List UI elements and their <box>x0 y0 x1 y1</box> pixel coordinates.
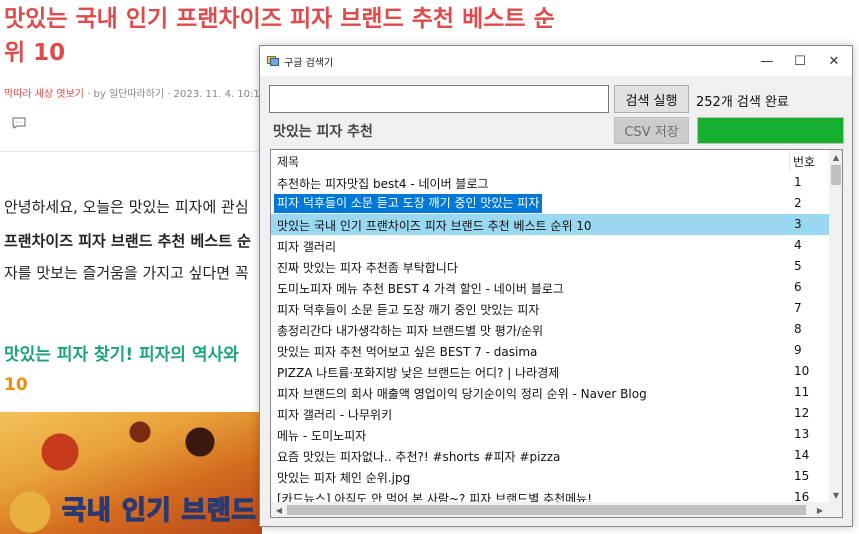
list-item-number: 1 <box>794 175 802 189</box>
blog-divider <box>0 151 260 152</box>
list-item-title: 피자 브랜드의 회사 매출액 영업이익 당기순이익 정리 순위 - Naver … <box>277 387 647 401</box>
blog-byline: · by 일단따라하기 · 2023. 11. 4. 10:14 <box>83 89 267 100</box>
list-item-title: 피자 덕후들이 소문 듣고 도장 깨기 중인 맛있는 피자 <box>274 194 543 213</box>
list-item-title: 피자 덕후들이 소문 듣고 도장 깨기 중인 맛있는 피자 <box>277 303 540 317</box>
blog-paragraph-line: 프랜차이즈 피자 브랜드 추천 베스트 순 <box>4 232 251 250</box>
list-item-title: 메뉴 - 도미노피자 <box>277 429 367 443</box>
list-item-title: 총정리간다 내가생각하는 피자 브랜드별 맛 평가/순위 <box>277 324 543 338</box>
list-item[interactable]: 맛있는 피자 체인 순위.jpg 15 <box>271 466 829 487</box>
list-item-title: 요즘 맛있는 피자없나.. 추천?! #shorts #피자 #pizza <box>277 450 561 464</box>
list-item[interactable]: PIZZA 나트륨·포화지방 낮은 브랜드는 어디? | 나라경제 10 <box>271 361 829 382</box>
horizontal-scroll-thumb[interactable] <box>287 505 806 515</box>
app-icon <box>267 56 279 66</box>
listview-header: 제목 번호 <box>271 150 829 171</box>
column-separator[interactable] <box>789 150 790 171</box>
search-status-text: 252개 검색 완료 <box>696 95 789 110</box>
list-item[interactable]: 요즘 맛있는 피자없나.. 추천?! #shorts #피자 #pizza 14 <box>271 445 829 466</box>
list-item[interactable]: 추천하는 피자맛집 best4 - 네이버 블로그 1 <box>271 172 829 193</box>
query-label: 맛있는 피자 추천 <box>273 124 373 140</box>
listview-rows: 추천하는 피자맛집 best4 - 네이버 블로그 1 피자 덕후들이 소문 듣고 … <box>271 172 829 508</box>
list-item-number: 14 <box>794 448 810 462</box>
maximize-button[interactable]: ☐ <box>783 46 817 76</box>
list-item-number: 5 <box>794 259 802 273</box>
window-title: 구글 검색기 <box>284 58 334 69</box>
list-item-title: 피자 갤러리 <box>277 240 337 254</box>
list-item[interactable]: 피자 브랜드의 회사 매출액 영업이익 당기순이익 정리 순위 - Naver … <box>271 382 829 403</box>
list-item-title: 추천하는 피자맛집 best4 - 네이버 블로그 <box>277 177 489 191</box>
blog-section-heading: 맛있는 피자 찾기! 피자의 역사와 <box>4 345 239 365</box>
vertical-scrollbar[interactable]: ▲ ▼ <box>829 150 842 502</box>
list-item[interactable]: 진짜 맛있는 피자 추천좀 부탁합니다 5 <box>271 256 829 277</box>
list-item-number: 7 <box>794 301 802 315</box>
list-item[interactable]: 총정리간다 내가생각하는 피자 브랜드별 맛 평가/순위 8 <box>271 319 829 340</box>
blog-section-heading-tail: 10 <box>4 375 28 395</box>
list-item-title: 진짜 맛있는 피자 추천좀 부탁합니다 <box>277 261 458 275</box>
list-item-number: 9 <box>794 343 802 357</box>
list-item-number: 2 <box>794 196 802 210</box>
pizza-image: 국내 인기 브랜드 <box>0 412 262 534</box>
pizza-image-caption: 국내 인기 브랜드 <box>61 495 257 527</box>
scrollbar-corner <box>829 502 842 517</box>
results-listview[interactable]: 제목 번호 추천하는 피자맛집 best4 - 네이버 블로그 1 피자 덕후들이 … <box>270 149 843 518</box>
list-item-number: 10 <box>794 364 810 378</box>
list-item-number: 12 <box>794 406 810 420</box>
scroll-left-arrow-icon[interactable]: ◀ <box>271 502 287 517</box>
scroll-down-arrow-icon[interactable]: ▼ <box>829 488 842 502</box>
column-header-number[interactable]: 번호 <box>793 153 815 170</box>
list-item-number: 13 <box>794 427 810 441</box>
list-item-number: 8 <box>794 322 802 336</box>
run-search-button[interactable]: 검색 실행 <box>614 85 689 113</box>
list-item[interactable]: 메뉴 - 도미노피자 13 <box>271 424 829 445</box>
blog-category-link[interactable]: 막따라 세상 엿보기 <box>4 89 84 100</box>
list-item-title: 맛있는 피자 추천 먹어보고 싶은 BEST 7 - dasima <box>277 345 538 359</box>
blog-paragraph-line: 안녕하세요, 오늘은 맛있는 피자에 관심 <box>4 198 249 216</box>
list-item[interactable]: 피자 갤러리 - 나무위키 12 <box>271 403 829 424</box>
vertical-scroll-thumb[interactable] <box>831 165 841 185</box>
list-item-number: 3 <box>794 217 802 231</box>
list-item[interactable]: 맛있는 국내 인기 프랜차이즈 피자 브랜드 추천 베스트 순위 10 3 <box>271 214 829 235</box>
google-search-window: 구글 검색기 — ☐ ✕ 검색 실행 252개 검색 완료 맛있는 피자 추천 … <box>259 45 853 527</box>
list-item[interactable]: 도미노피자 메뉴 추천 BEST 4 가격 할인 - 네이버 블로그 6 <box>271 277 829 298</box>
list-item-title: 도미노피자 메뉴 추천 BEST 4 가격 할인 - 네이버 블로그 <box>277 282 564 296</box>
list-item[interactable]: 피자 덕후들이 소문 듣고 도장 깨기 중인 맛있는 피자 2 <box>271 193 829 214</box>
progress-bar <box>697 117 844 144</box>
column-header-title[interactable]: 제목 <box>277 153 299 170</box>
scroll-up-arrow-icon[interactable]: ▲ <box>829 150 842 164</box>
list-item-number: 4 <box>794 238 802 252</box>
blog-paragraph-line: 자를 맛보는 즐거움을 가지고 싶다면 꼭 <box>4 264 249 282</box>
list-item[interactable]: 피자 덕후들이 소문 듣고 도장 깨기 중인 맛있는 피자 7 <box>271 298 829 319</box>
list-item-number: 6 <box>794 280 802 294</box>
list-item-number: 11 <box>794 385 810 399</box>
list-item-title: 맛있는 피자 체인 순위.jpg <box>277 471 411 485</box>
list-item[interactable]: 피자 갤러리 4 <box>271 235 829 256</box>
csv-save-button[interactable]: CSV 저장 <box>614 117 689 144</box>
list-item-title: PIZZA 나트륨·포화지방 낮은 브랜드는 어디? | 나라경제 <box>277 366 560 380</box>
window-titlebar[interactable]: 구글 검색기 — ☐ ✕ <box>260 46 852 76</box>
search-input[interactable] <box>269 85 609 113</box>
scroll-right-arrow-icon[interactable]: ▶ <box>812 502 828 517</box>
list-item[interactable]: 맛있는 피자 추천 먹어보고 싶은 BEST 7 - dasima 9 <box>271 340 829 361</box>
minimize-button[interactable]: — <box>750 46 784 76</box>
horizontal-scrollbar[interactable]: ◀ ▶ <box>271 502 829 517</box>
blog-post-meta: 막따라 세상 엿보기 · by 일단따라하기 · 2023. 11. 4. 10… <box>4 85 266 100</box>
comment-icon[interactable] <box>12 117 26 129</box>
close-button[interactable]: ✕ <box>817 46 851 76</box>
progress-bar-fill <box>698 118 843 143</box>
list-item-number: 15 <box>794 469 810 483</box>
list-item-title: 맛있는 국내 인기 프랜차이즈 피자 브랜드 추천 베스트 순위 10 <box>277 219 592 233</box>
list-item-title: 피자 갤러리 - 나무위키 <box>277 408 393 422</box>
